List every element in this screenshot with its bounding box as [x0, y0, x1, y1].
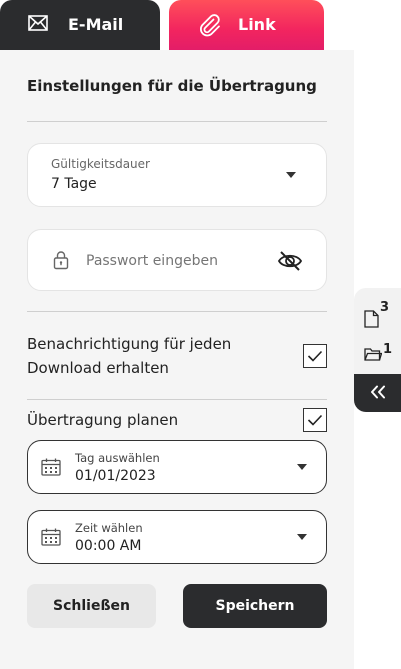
eye-off-icon[interactable]	[277, 249, 303, 277]
validity-dropdown[interactable]: Gültigkeitsdauer 7 Tage	[27, 143, 327, 207]
notify-label: Benachrichtigung für jeden Download erha…	[27, 332, 231, 380]
time-label: Zeit wählen	[75, 521, 143, 535]
transfer-type-tabs: E-Mail Link	[0, 0, 401, 50]
password-field[interactable]	[27, 229, 327, 291]
validity-value: 7 Tage	[51, 176, 97, 192]
divider	[27, 311, 327, 312]
time-select[interactable]: Zeit wählen 00:00 AM	[27, 510, 327, 564]
tab-link[interactable]: Link	[169, 0, 324, 50]
chevron-down-icon	[286, 172, 296, 178]
folder-icon	[364, 346, 383, 365]
time-value: 00:00 AM	[75, 538, 142, 554]
day-select[interactable]: Tag auswählen 01/01/2023	[27, 440, 327, 494]
chevron-down-icon	[297, 464, 307, 470]
checkmark-icon	[307, 414, 323, 426]
chevron-down-icon	[297, 534, 307, 540]
double-chevron-left-icon	[370, 384, 386, 403]
collapse-button[interactable]	[354, 374, 401, 412]
notify-label-line1: Benachrichtigung für jeden	[27, 335, 232, 353]
schedule-checkbox[interactable]	[303, 408, 327, 432]
day-label: Tag auswählen	[75, 451, 160, 465]
notify-label-line2: Download erhalten	[27, 359, 169, 377]
checkmark-icon	[307, 350, 323, 362]
day-value: 01/01/2023	[75, 468, 156, 484]
divider	[27, 399, 327, 400]
password-input[interactable]	[86, 249, 266, 273]
files-counter[interactable]: 3	[364, 300, 389, 332]
tab-link-label: Link	[238, 15, 276, 34]
save-button[interactable]: Speichern	[183, 584, 327, 628]
divider	[27, 121, 327, 122]
envelope-icon	[28, 15, 48, 31]
tab-email[interactable]: E-Mail	[0, 0, 160, 50]
calendar-icon	[41, 458, 61, 480]
notify-checkbox[interactable]	[303, 344, 327, 368]
validity-label: Gültigkeitsdauer	[51, 157, 150, 171]
schedule-label: Übertragung planen	[27, 411, 179, 429]
close-button[interactable]: Schließen	[27, 584, 156, 628]
tab-email-label: E-Mail	[68, 15, 124, 34]
calendar-icon	[41, 528, 61, 550]
settings-title: Einstellungen für die Übertragung	[27, 77, 317, 95]
lock-icon	[53, 250, 69, 274]
paperclip-icon	[197, 12, 223, 38]
folders-count: 1	[383, 342, 393, 357]
file-icon	[364, 310, 379, 332]
side-rail: 3 1	[354, 288, 401, 412]
files-count: 3	[380, 300, 390, 315]
folders-counter[interactable]: 1	[364, 342, 392, 365]
